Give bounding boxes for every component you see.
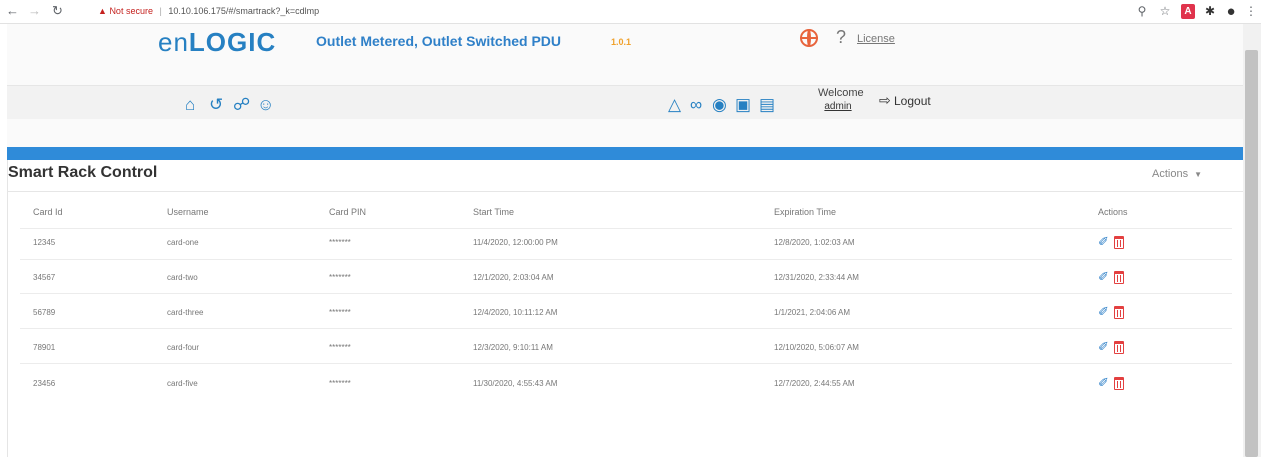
edit-icon[interactable]: ✐ — [1098, 376, 1109, 390]
cell-card-id: 12345 — [33, 238, 56, 247]
users-icon[interactable]: ☺ — [257, 95, 274, 115]
edit-icon[interactable]: ✐ — [1098, 305, 1109, 319]
cell-expiration-time: 12/10/2020, 5:06:07 AM — [774, 343, 859, 352]
reload-icon[interactable]: ↻ — [52, 3, 63, 19]
cell-card-id: 23456 — [33, 379, 56, 388]
cell-username: card-one — [167, 238, 199, 247]
row-divider — [20, 259, 1232, 260]
cell-username: card-three — [167, 308, 204, 317]
cell-card-pin: ******* — [329, 343, 351, 352]
delete-icon[interactable] — [1114, 306, 1124, 319]
back-icon[interactable]: ← — [6, 3, 19, 19]
col-expiration-time[interactable]: Expiration Time — [774, 206, 836, 218]
alert-icon[interactable]: △ — [668, 95, 681, 115]
edit-icon[interactable]: ✐ — [1098, 235, 1109, 249]
row-divider — [20, 363, 1232, 364]
cell-start-time: 11/4/2020, 12:00:00 PM — [473, 238, 558, 247]
cell-card-pin: ******* — [329, 238, 351, 247]
cell-card-id: 34567 — [33, 273, 56, 282]
cell-username: card-four — [167, 343, 200, 352]
cell-start-time: 12/3/2020, 9:10:11 AM — [473, 343, 553, 352]
edit-icon[interactable]: ✐ — [1098, 340, 1109, 354]
license-link[interactable]: License — [857, 32, 895, 46]
cell-card-id: 78901 — [33, 343, 56, 352]
cell-card-pin: ******* — [329, 273, 351, 282]
enlogic-logo[interactable]: enLOGIC — [158, 27, 276, 57]
row-divider — [20, 328, 1232, 329]
edit-icon[interactable]: ✐ — [1098, 270, 1109, 284]
lock-icon[interactable]: ▣ — [735, 95, 751, 115]
product-title: Outlet Metered, Outlet Switched PDU — [316, 33, 562, 49]
cell-expiration-time: 12/7/2020, 2:44:55 AM — [774, 379, 855, 388]
section-divider — [7, 191, 1243, 192]
welcome-label: Welcome — [818, 87, 864, 99]
forward-icon[interactable]: → — [28, 3, 41, 19]
page-title: Smart Rack Control — [8, 164, 158, 181]
header-divider — [20, 228, 1232, 229]
cell-expiration-time: 1/1/2021, 2:04:06 AM — [774, 308, 851, 317]
cell-card-id: 56789 — [33, 308, 56, 317]
language-globe-icon[interactable] — [800, 29, 818, 47]
not-secure-label: Not secure — [109, 6, 153, 16]
version-badge: 1.0.1 — [611, 37, 632, 47]
actions-dropdown[interactable]: Actions ▼ — [1152, 167, 1202, 182]
address-separator: | — [159, 6, 162, 16]
delete-icon[interactable] — [1114, 377, 1124, 390]
url-text: 10.10.106.175/#/smartrack?_k=cdlmp — [168, 6, 320, 16]
address-bar[interactable]: ▲ Not secure | 10.10.106.175/#/smartrack… — [98, 4, 319, 18]
zoom-icon[interactable]: ⚲ — [1135, 4, 1149, 19]
cell-card-pin: ******* — [329, 308, 351, 317]
cell-expiration-time: 12/8/2020, 1:02:03 AM — [774, 238, 855, 247]
home-icon[interactable]: ⌂ — [185, 95, 195, 115]
link-icon[interactable]: ∞ — [690, 95, 702, 115]
cell-start-time: 11/30/2020, 4:55:43 AM — [473, 379, 558, 388]
extension-icon[interactable]: A — [1181, 4, 1195, 19]
cell-start-time: 12/1/2020, 2:03:04 AM — [473, 273, 554, 282]
cell-username: card-two — [167, 273, 198, 282]
delete-icon[interactable] — [1114, 271, 1124, 284]
star-icon[interactable]: ☆ — [1158, 4, 1172, 19]
col-card-pin[interactable]: Card PIN — [329, 206, 366, 218]
logout-button[interactable]: Logout — [894, 94, 931, 108]
puzzle-icon[interactable]: ✱ — [1203, 4, 1217, 19]
help-icon[interactable]: ? — [836, 27, 846, 47]
bulb-icon[interactable]: ◉ — [712, 95, 727, 115]
username-link[interactable]: admin — [818, 100, 858, 113]
menu-icon[interactable]: ⋮ — [1245, 4, 1257, 19]
delete-icon[interactable] — [1114, 236, 1124, 249]
col-username[interactable]: Username — [167, 206, 209, 218]
chevron-down-icon: ▼ — [1194, 170, 1202, 179]
col-actions: Actions — [1098, 207, 1128, 217]
browser-toolbar: ← → ↻ ▲ Not secure | 10.10.106.175/#/sma… — [0, 0, 1261, 24]
profile-icon[interactable]: ● — [1223, 4, 1239, 19]
history-icon[interactable]: ↺ — [209, 95, 223, 115]
header-band — [7, 147, 1243, 160]
cell-expiration-time: 12/31/2020, 2:33:44 AM — [774, 273, 859, 282]
cell-username: card-five — [167, 379, 198, 388]
col-card-id[interactable]: Card Id — [33, 206, 63, 218]
row-divider — [20, 293, 1232, 294]
globe-icon[interactable]: ☍ — [233, 95, 250, 115]
scrollbar-thumb[interactable] — [1245, 50, 1258, 457]
col-start-time[interactable]: Start Time — [473, 206, 514, 218]
cell-start-time: 12/4/2020, 10:11:12 AM — [473, 308, 558, 317]
logout-icon[interactable]: ⇨ — [879, 92, 891, 108]
calendar-icon[interactable]: ▤ — [759, 95, 775, 115]
delete-icon[interactable] — [1114, 341, 1124, 354]
cell-card-pin: ******* — [329, 379, 351, 388]
warning-icon: ▲ — [98, 6, 107, 16]
